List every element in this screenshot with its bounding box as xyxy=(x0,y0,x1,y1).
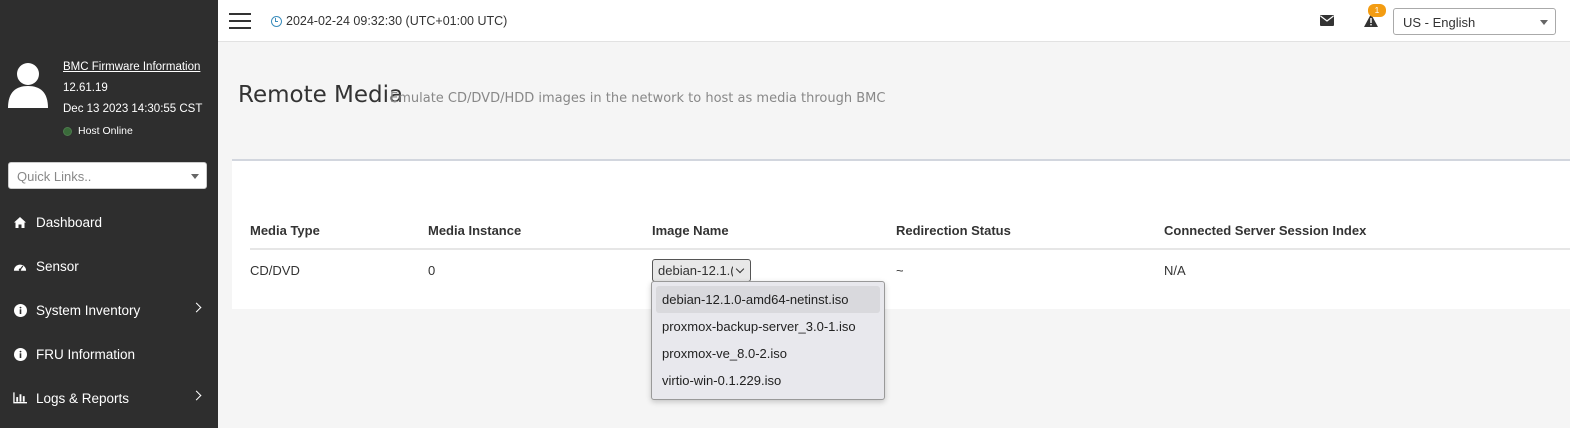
dropdown-option[interactable]: proxmox-ve_8.0-2.iso xyxy=(656,340,880,367)
language-select[interactable]: US - English xyxy=(1393,8,1556,35)
sidebar-item-system-inventory[interactable]: System Inventory xyxy=(0,288,218,332)
user-panel: BMC Firmware Information 12.61.19 Dec 13… xyxy=(0,54,218,154)
column-header-media-type: Media Type xyxy=(250,223,320,238)
bmc-firmware-info-link[interactable]: BMC Firmware Information xyxy=(63,61,200,73)
top-bar: 2024-02-24 09:32:30 (UTC+01:00 UTC) 1 US… xyxy=(218,0,1570,42)
sidebar-item-label: FRU Information xyxy=(36,346,136,362)
sidebar-item-dashboard[interactable]: Dashboard xyxy=(0,200,218,244)
host-status-label: Host Online xyxy=(78,125,133,137)
firmware-build-date: Dec 13 2023 14:30:55 CST xyxy=(63,103,203,115)
info-circle-icon xyxy=(13,303,27,317)
image-name-dropdown-list: debian-12.1.0-amd64-netinst.iso proxmox-… xyxy=(651,281,885,400)
image-name-selected-value: debian-12.1.( xyxy=(658,263,733,278)
alert-count-badge: 1 xyxy=(1368,4,1386,17)
quick-links-placeholder: Quick Links.. xyxy=(17,169,92,184)
quick-links-select[interactable]: Quick Links.. xyxy=(8,162,207,189)
remote-media-box: Media Type Media Instance Image Name Red… xyxy=(232,159,1570,309)
status-dot-icon xyxy=(63,126,72,136)
bar-chart-icon xyxy=(13,391,27,405)
page-subtitle: Emulate CD/DVD/HDD images in the network… xyxy=(390,91,886,106)
column-header-media-instance: Media Instance xyxy=(428,223,522,238)
page-title: Remote Media xyxy=(238,82,404,108)
image-name-select[interactable]: debian-12.1.( xyxy=(652,259,751,282)
cell-media-type: CD/DVD xyxy=(250,263,300,278)
dropdown-option[interactable]: virtio-win-0.1.229.iso xyxy=(656,367,880,394)
sidebar-item-logs-reports[interactable]: Logs & Reports xyxy=(0,376,218,420)
cell-redirection-status: ~ xyxy=(896,263,904,278)
chevron-down-icon xyxy=(735,264,745,274)
menu-toggle-icon[interactable] xyxy=(229,13,251,29)
server-clock: 2024-02-24 09:32:30 (UTC+01:00 UTC) xyxy=(271,14,507,28)
column-header-image-name: Image Name xyxy=(652,223,729,238)
column-header-session-index: Connected Server Session Index xyxy=(1164,223,1367,238)
sidebar-item-label: Dashboard xyxy=(36,214,103,230)
caret-down-icon xyxy=(191,174,199,179)
info-circle-icon xyxy=(13,347,27,361)
table-header-row: Media Type Media Instance Image Name Red… xyxy=(250,223,1570,250)
dropdown-option[interactable]: debian-12.1.0-amd64-netinst.iso xyxy=(656,286,880,313)
chevron-right-icon xyxy=(191,390,202,401)
envelope-icon[interactable] xyxy=(1320,15,1334,26)
sidebar-item-sensor[interactable]: Sensor xyxy=(0,244,218,288)
cell-media-instance: 0 xyxy=(428,263,436,278)
host-status: Host Online xyxy=(63,125,133,137)
cell-session-index: N/A xyxy=(1164,263,1186,278)
home-icon xyxy=(13,215,27,229)
sidebar-item-label: System Inventory xyxy=(36,302,141,318)
sidebar-nav: Dashboard Sensor System Inventory FRU In… xyxy=(0,200,218,420)
user-avatar-icon xyxy=(8,63,48,108)
dropdown-option[interactable]: proxmox-backup-server_3.0-1.iso xyxy=(656,313,880,340)
sidebar-item-fru-information[interactable]: FRU Information xyxy=(0,332,218,376)
datetime-text: 2024-02-24 09:32:30 (UTC+01:00 UTC) xyxy=(286,14,508,28)
chevron-right-icon xyxy=(191,302,202,313)
dashboard-gauge-icon xyxy=(13,259,27,273)
clock-icon xyxy=(271,15,282,27)
sidebar-item-label: Logs & Reports xyxy=(36,390,130,406)
language-value: US - English xyxy=(1403,15,1476,30)
column-header-redirection-status: Redirection Status xyxy=(896,223,1011,238)
sidebar-item-label: Sensor xyxy=(36,258,79,274)
sidebar: BMC Firmware Information 12.61.19 Dec 13… xyxy=(0,0,218,428)
firmware-version: 12.61.19 xyxy=(63,82,108,94)
caret-down-icon xyxy=(1540,20,1548,25)
